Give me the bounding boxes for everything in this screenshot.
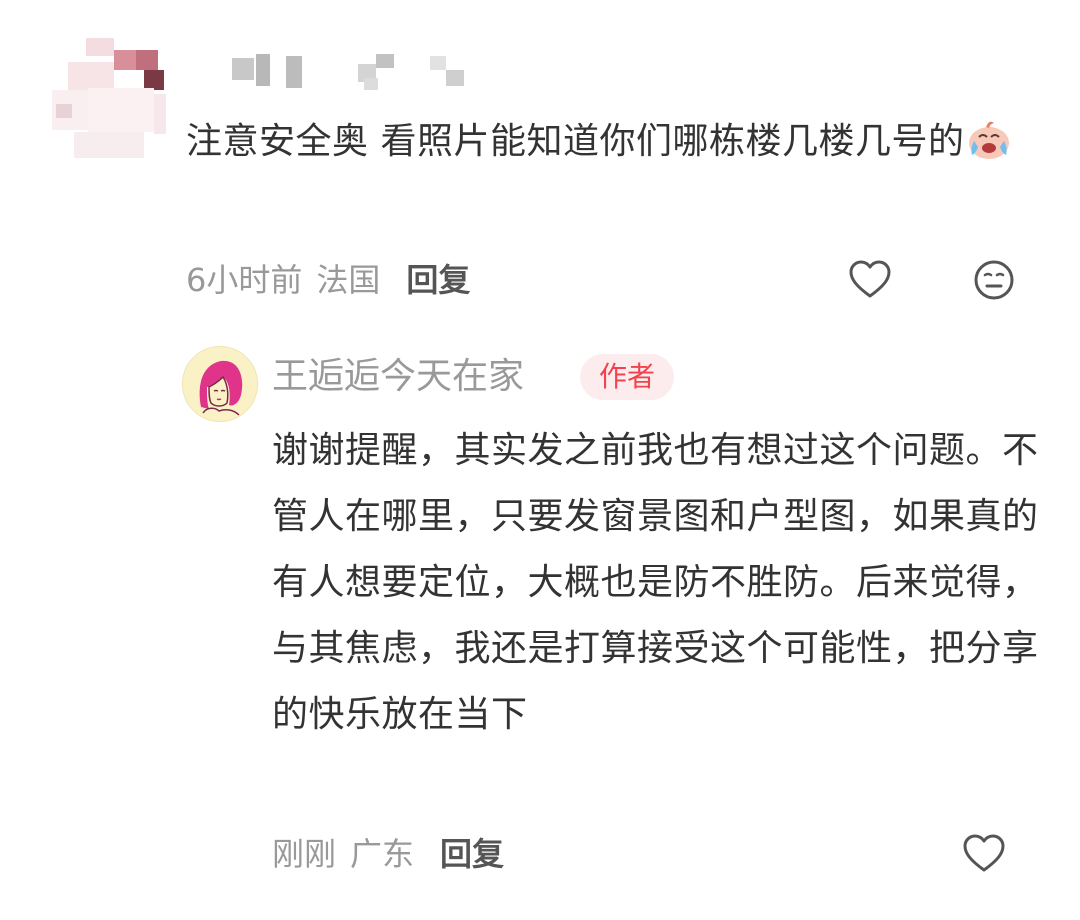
comment-meta: 6小时前 法国 回复 xyxy=(186,260,470,300)
cry-laugh-emoji-icon xyxy=(966,115,1012,161)
reply-location: 广东 xyxy=(350,835,415,873)
heart-icon[interactable] xyxy=(960,830,1008,878)
author-badge: 作者 xyxy=(580,354,674,400)
heart-icon[interactable] xyxy=(846,256,894,304)
author-avatar[interactable] xyxy=(182,346,258,422)
reply-time: 刚刚 xyxy=(272,835,337,873)
comment-time: 6小时前 xyxy=(186,261,303,299)
reply-reply-button[interactable]: 回复 xyxy=(440,835,504,873)
commenter-name-redacted xyxy=(232,52,472,90)
author-name[interactable]: 王逅逅今天在家 xyxy=(272,352,524,402)
comment-reply-button[interactable]: 回复 xyxy=(406,261,470,299)
reply-text: 谢谢提醒，其实发之前我也有想过这个问题。不管人在哪里，只要发窗景图和户型图，如果… xyxy=(272,430,1039,735)
comment-text: 注意安全奥 看照片能知道你们哪栋楼几楼几号的 xyxy=(186,121,965,162)
reply-meta: 刚刚 广东 回复 xyxy=(272,834,504,874)
comment-body: 注意安全奥 看照片能知道你们哪栋楼几楼几号的 xyxy=(186,110,1056,174)
commenter-avatar[interactable] xyxy=(48,38,166,162)
meh-face-icon[interactable] xyxy=(970,256,1018,304)
comment-location: 法国 xyxy=(316,261,381,299)
